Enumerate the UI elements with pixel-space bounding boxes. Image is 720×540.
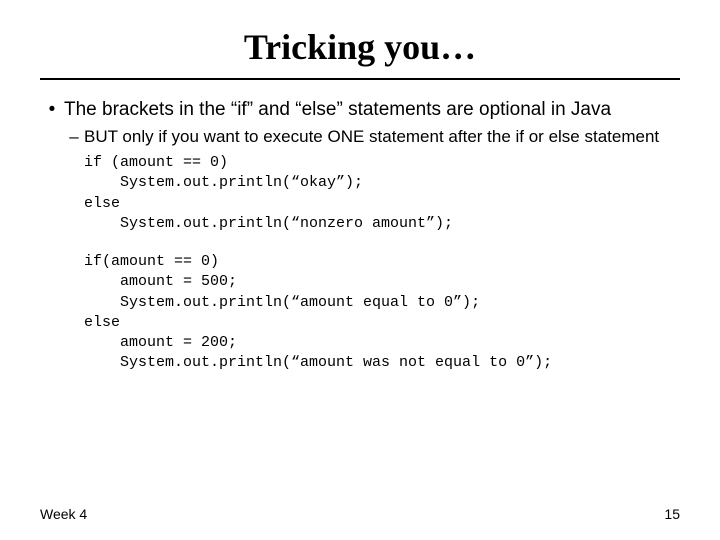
subbullet-text: BUT only if you want to execute ONE stat… [84, 126, 680, 147]
slide: Tricking you… • The brackets in the “if”… [0, 0, 720, 540]
bullet-dot-icon: • [40, 98, 64, 122]
slide-title: Tricking you… [40, 26, 680, 68]
bullet-level-2: – BUT only if you want to execute ONE st… [64, 126, 680, 147]
bullet-dash-icon: – [64, 126, 84, 147]
bullet-text: The brackets in the “if” and “else” stat… [64, 98, 680, 122]
title-rule [40, 78, 680, 80]
footer-page-number: 15 [664, 506, 680, 522]
footer-left: Week 4 [40, 506, 87, 522]
code-block-1: if (amount == 0) System.out.println(“oka… [84, 153, 680, 234]
bullet-level-1: • The brackets in the “if” and “else” st… [40, 98, 680, 122]
code-block-2: if(amount == 0) amount = 500; System.out… [84, 252, 680, 374]
slide-footer: Week 4 15 [40, 506, 680, 522]
